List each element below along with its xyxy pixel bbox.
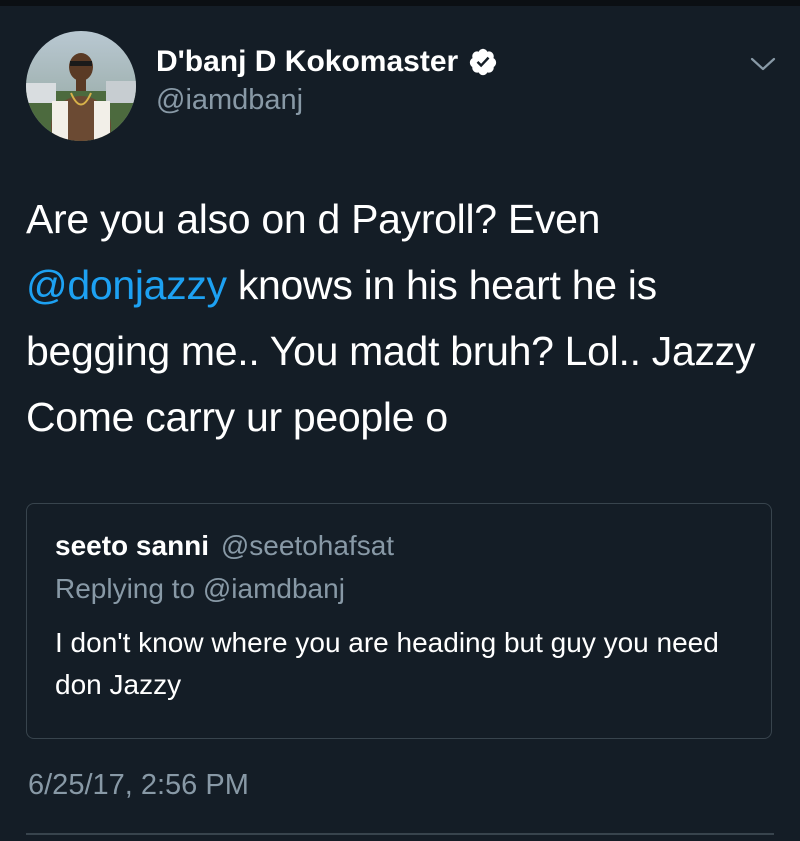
quoted-replying-to: Replying to @iamdbanj [55,573,345,604]
quoted-author-name: seeto sanni [55,530,210,561]
top-status-strip [0,0,800,6]
verified-badge-icon [468,47,498,77]
quoted-author-handle: @seetohafsat [220,530,395,561]
quoted-tweet-header: seeto sanni @seetohafsat [55,528,394,564]
mention-link[interactable]: @donjazzy [26,262,227,308]
avatar[interactable] [26,31,136,141]
chevron-down-icon[interactable] [748,52,778,76]
divider [26,833,774,835]
quoted-tweet-text: I don't know where you are heading but g… [55,627,719,700]
author-name-text: D'banj D Kokomaster [156,45,459,78]
avatar-photo [26,31,136,141]
author-handle[interactable]: @iamdbanj [156,82,303,118]
tweet-timestamp[interactable]: 6/25/17, 2:56 PM [28,765,249,805]
quoted-tweet-card[interactable]: seeto sanni @seetohafsat Replying to @ia… [26,503,772,739]
author-display-name[interactable]: D'banj D Kokomaster [156,44,498,80]
tweet-text: Are you also on d Payroll? Even @donjazz… [26,186,766,450]
tweet-text-part1: Are you also on d Payroll? Even [26,196,601,242]
